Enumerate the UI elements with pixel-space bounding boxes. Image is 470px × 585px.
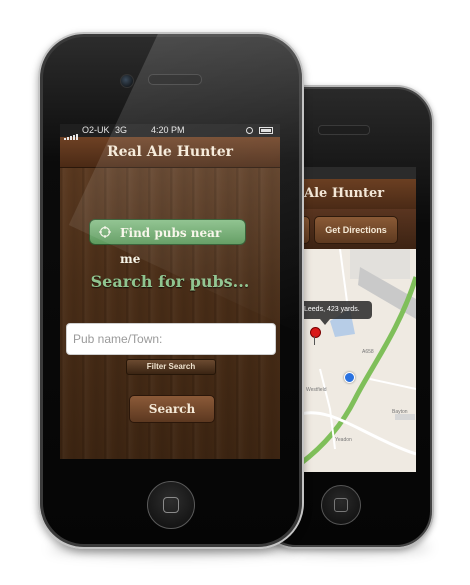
home-button[interactable] <box>147 481 195 529</box>
rotation-lock-icon <box>246 127 253 134</box>
clock: 4:20 PM <box>151 125 185 135</box>
search-heading: Search for pubs... <box>90 272 250 291</box>
back-status-bar <box>300 167 416 179</box>
get-directions-button[interactable]: Get Directions <box>314 216 398 244</box>
location-callout[interactable]: Leeds, 423 yards. <box>300 301 372 319</box>
filter-search-button[interactable]: Filter Search <box>126 359 216 375</box>
map-roads <box>300 249 416 466</box>
wood-background: Find pubs near me Search for pubs... Fil… <box>60 168 280 459</box>
search-button[interactable]: Search <box>129 395 215 423</box>
home-square-icon <box>334 498 348 512</box>
map-label: Westfield <box>306 387 327 393</box>
map-label: Yeadon <box>335 437 352 443</box>
find-pubs-label: Find pubs near me <box>120 226 222 266</box>
front-screen: O2-UK 3G 4:20 PM Real Ale Hunter Find pu… <box>60 124 280 459</box>
front-phone: O2-UK 3G 4:20 PM Real Ale Hunter Find pu… <box>38 32 304 549</box>
back-screen: Ale Hunter Get Directions Yeadon Bayton … <box>300 167 416 472</box>
back-home-button[interactable] <box>321 485 361 525</box>
app-title: Real Ale Hunter <box>60 137 280 168</box>
map-label: A658 <box>362 349 374 355</box>
back-toolbar: Get Directions <box>300 209 416 249</box>
back-title: Ale Hunter <box>300 179 416 209</box>
current-location-icon <box>344 372 355 383</box>
earpiece-speaker <box>148 74 202 85</box>
home-square-icon <box>163 497 179 513</box>
crosshair-icon <box>99 226 111 238</box>
status-bar: O2-UK 3G 4:20 PM <box>60 124 280 140</box>
network-label: 3G <box>115 125 128 135</box>
signal-icon <box>64 127 79 140</box>
map-label: Bayton <box>392 409 408 415</box>
back-speaker <box>318 125 370 135</box>
pub-search-input[interactable] <box>66 323 276 355</box>
map-pin-stem <box>314 336 315 345</box>
camera-icon <box>120 74 134 88</box>
find-pubs-near-me-button[interactable]: Find pubs near me <box>89 219 246 266</box>
carrier-label: O2-UK <box>82 125 110 135</box>
map-pin-icon[interactable] <box>310 327 321 338</box>
battery-icon <box>259 127 273 134</box>
map-view[interactable]: Yeadon Bayton Westfield A658 Leeds, 423 … <box>300 249 416 472</box>
callout-tail <box>320 319 330 325</box>
